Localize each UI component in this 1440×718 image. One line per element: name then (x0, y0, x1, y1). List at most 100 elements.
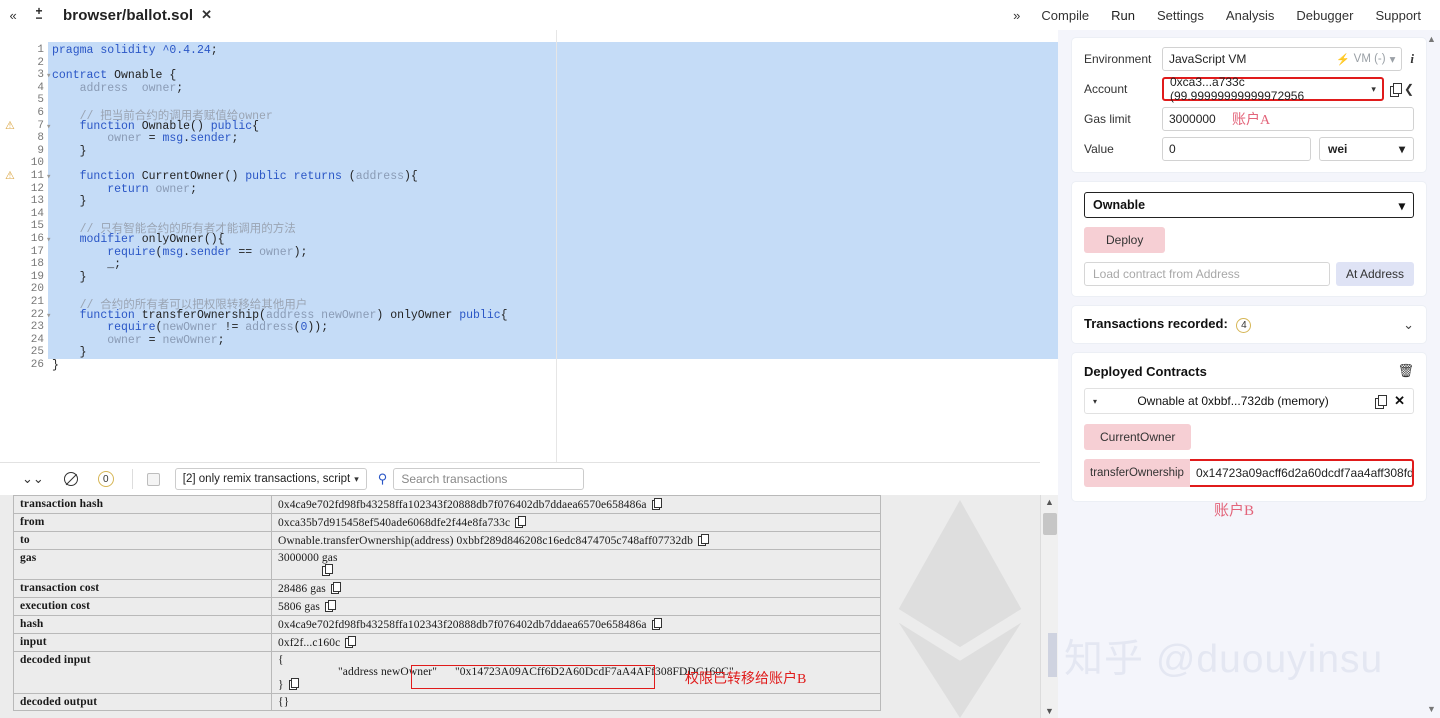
code-line[interactable]: owner = newOwner; (52, 334, 224, 347)
scrollbar-thumb[interactable] (1043, 513, 1057, 535)
value-input[interactable]: 0 (1162, 137, 1311, 161)
value-text: 28486 gas (278, 583, 326, 595)
run-panel-scrollbar[interactable]: ▲ ▼ (1426, 34, 1438, 714)
menu-item-debugger[interactable]: Debugger (1285, 8, 1364, 23)
code-line[interactable]: modifier onlyOwner(){ (52, 233, 225, 246)
code-line[interactable]: function transferOwnership(address newOw… (52, 309, 508, 322)
copy-icon[interactable] (651, 618, 663, 630)
value-text: 0x4ca9e702fd98fb43258ffa102343f20888db7f… (278, 619, 647, 631)
code-lines-container[interactable]: 1 pragma solidity ^0.4.24; 2 3 ▾ contract Own… (0, 30, 1058, 462)
code-fold-icon[interactable]: ▾ (46, 235, 51, 245)
code-line[interactable]: } (52, 195, 87, 208)
code-line[interactable]: } (52, 145, 87, 158)
environment-select[interactable]: JavaScript VM ⚡ VM (-) ▾ (1162, 47, 1403, 71)
code-fold-icon[interactable]: ▾ (46, 172, 51, 182)
collapse-panel-icon[interactable]: « (9, 9, 16, 22)
code-line[interactable]: require(msg.sender == owner); (52, 246, 307, 259)
close-icon[interactable]: ✕ (1394, 393, 1405, 409)
contract-select[interactable]: Ownable ▾ (1084, 192, 1414, 218)
file-tab-ballot-sol[interactable]: browser/ballot.sol ✕ (55, 0, 219, 30)
warning-icon[interactable]: ⚠ (5, 120, 18, 132)
terminal-collapse-icon[interactable]: ⌄⌄ (22, 471, 44, 487)
clear-console-icon[interactable] (63, 472, 78, 486)
info-icon[interactable]: i (1410, 51, 1414, 67)
copy-icon[interactable] (330, 582, 342, 594)
load-contract-address-input[interactable]: Load contract from Address (1084, 262, 1330, 286)
line-number: 19 (30, 270, 44, 283)
value-row: Value 0 wei ▾ (1084, 136, 1414, 162)
menu-item-settings[interactable]: Settings (1146, 8, 1215, 23)
code-line[interactable]: } (52, 359, 59, 372)
copy-icon[interactable] (651, 498, 663, 510)
scroll-down-icon[interactable]: ▼ (1427, 704, 1436, 714)
copy-icon[interactable] (345, 636, 356, 648)
line-number: 9 (37, 144, 44, 157)
warning-icon[interactable]: ⚠ (5, 170, 18, 182)
code-line[interactable]: } (52, 271, 87, 284)
transaction-filter-select[interactable]: [2] only remix transactions, script ▾ (174, 468, 367, 490)
menu-item-support[interactable]: Support (1364, 8, 1432, 23)
table-row: transaction hash 0x4ca9e702fd98fb43258ffa… (13, 495, 881, 514)
scroll-down-icon[interactable]: ▼ (1045, 706, 1054, 716)
copy-icon[interactable] (325, 600, 336, 612)
code-fold-icon[interactable]: ▾ (46, 122, 51, 132)
table-row: hash 0x4ca9e702fd98fb43258ffa102343f20888… (13, 615, 881, 634)
close-icon[interactable]: ✕ (201, 7, 212, 23)
chevron-down-icon: ▾ (1398, 198, 1405, 213)
copy-icon[interactable] (1375, 394, 1388, 409)
menu-item-run[interactable]: Run (1100, 8, 1146, 23)
account-select[interactable]: 0xca3...a733c (99.99999999999972956 ▾ (1162, 75, 1384, 103)
transaction-panel-scrollbar[interactable]: ▲ ▼ (1040, 495, 1058, 718)
code-line[interactable]: pragma solidity ^0.4.24; (52, 44, 218, 57)
scroll-up-icon[interactable]: ▲ (1427, 34, 1436, 44)
transactions-recorded-text: Transactions recorded: (1084, 316, 1228, 331)
table-row-key: transaction cost (13, 579, 272, 598)
font-size-stepper[interactable]: + − (36, 5, 43, 24)
divider (131, 469, 133, 489)
listen-network-checkbox[interactable] (146, 472, 160, 486)
function-argument-value: 0x14723a09acff6d2a60dcdf7aa4aff308fddc16 (1195, 466, 1414, 480)
annotation-ownership-transferred: 权限已转移给账户B (685, 672, 807, 687)
copy-icon[interactable] (515, 516, 526, 528)
copy-icon[interactable] (698, 534, 709, 546)
sign-message-icon[interactable]: ❮ (1404, 82, 1414, 96)
code-line[interactable]: function Ownable() public{ (52, 120, 259, 133)
code-line[interactable]: address owner; (52, 82, 184, 95)
code-line[interactable]: require(newOwner != address(0)); (52, 321, 328, 334)
scroll-up-icon[interactable]: ▲ (1045, 497, 1054, 507)
function-argument-input[interactable]: 0x14723a09acff6d2a60dcdf7aa4aff308fddc16… (1189, 459, 1414, 487)
copy-icon[interactable] (288, 678, 300, 690)
trash-icon[interactable]: 🗑 (1397, 363, 1414, 379)
menu-item-compile[interactable]: Compile (1030, 8, 1100, 23)
code-line[interactable]: contract Ownable { (52, 69, 176, 82)
code-line[interactable]: } (52, 346, 87, 359)
code-line[interactable]: function CurrentOwner() public returns (… (52, 170, 418, 183)
chevron-down-icon[interactable]: ⌄ (1403, 317, 1414, 333)
code-fold-icon[interactable]: ▾ (46, 71, 51, 81)
code-editor[interactable]: 1 pragma solidity ^0.4.24; 2 3 ▾ contract Own… (0, 30, 1058, 462)
chevron-double-right-icon[interactable]: » (1013, 8, 1020, 23)
table-row-key: from (13, 513, 272, 532)
code-line[interactable]: _; (52, 258, 121, 271)
value-text: 0xf2f...c160c (278, 637, 341, 649)
font-decrease-icon[interactable]: − (36, 12, 43, 24)
code-line[interactable]: return owner; (52, 183, 197, 196)
copy-icon[interactable] (1389, 82, 1402, 97)
function-button-transferownership[interactable]: transferOwnership (1084, 459, 1190, 487)
transactions-recorded-card[interactable]: Transactions recorded: 4 ⌄ (1072, 306, 1426, 343)
environment-status: ⚡ VM (-) ▾ (1336, 52, 1395, 66)
function-button-currentowner[interactable]: CurrentOwner (1084, 424, 1192, 450)
transactions-recorded-row[interactable]: Transactions recorded: 4 ⌄ (1084, 316, 1414, 333)
search-transactions-input[interactable] (393, 468, 585, 490)
code-line[interactable]: owner = msg.sender; (52, 132, 238, 145)
line-number: 26 (30, 359, 44, 371)
copy-icon[interactable] (322, 564, 333, 576)
menu-item-analysis[interactable]: Analysis (1215, 8, 1285, 23)
deploy-button[interactable]: Deploy (1084, 227, 1166, 253)
at-address-button[interactable]: At Address (1335, 262, 1414, 286)
deployed-contract-item[interactable]: ▾ Ownable at 0xbbf...732db (memory) ✕ (1084, 388, 1414, 414)
code-fold-icon[interactable]: ▾ (46, 311, 51, 321)
warning-gutter: ⚠ ⚠ (0, 30, 22, 462)
value-unit-select[interactable]: wei ▾ (1319, 137, 1414, 161)
gas-limit-input[interactable]: 3000000 (1162, 107, 1414, 131)
